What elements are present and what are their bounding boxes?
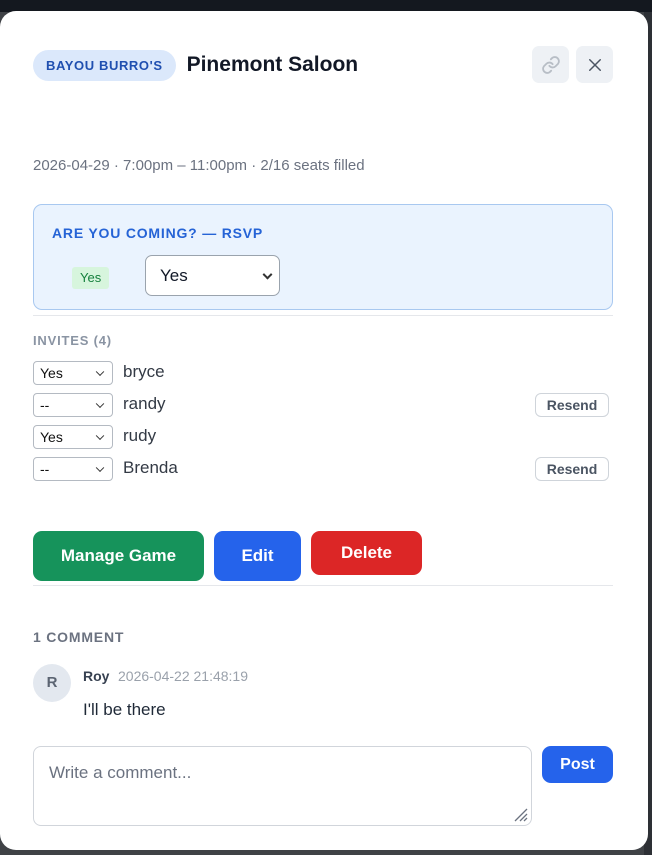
rsvp-title: ARE YOU COMING? — RSVP — [52, 225, 264, 241]
invitee-name: Brenda — [123, 458, 178, 477]
comment-text: I'll be there — [83, 700, 166, 719]
rsvp-status-badge: Yes — [72, 267, 110, 289]
avatar: R — [33, 664, 71, 702]
divider — [33, 315, 613, 316]
post-comment-button[interactable]: Post — [542, 746, 613, 783]
invite-status-value: -- — [40, 397, 50, 413]
delete-button[interactable]: Delete — [311, 531, 422, 575]
chevron-down-icon — [95, 463, 105, 473]
comment-input[interactable]: Write a comment... — [33, 746, 532, 826]
invite-row: -- randy Resend — [33, 393, 609, 417]
chevron-down-icon — [95, 367, 105, 377]
comment-timestamp: 2026-04-22 21:48:19 — [118, 668, 248, 684]
invite-row: Yes bryce — [33, 361, 609, 385]
invitee-name: bryce — [123, 362, 165, 381]
invite-row: -- Brenda Resend — [33, 457, 609, 481]
modal-header: BAYOU BURRO'S Pinemont Saloon — [33, 49, 358, 81]
copy-link-button[interactable] — [532, 46, 569, 83]
edit-button[interactable]: Edit — [214, 531, 301, 581]
resend-button[interactable]: Resend — [535, 457, 609, 481]
chevron-down-icon — [95, 399, 105, 409]
comment-author: Roy — [83, 668, 110, 684]
manage-game-button[interactable]: Manage Game — [33, 531, 204, 581]
org-badge: BAYOU BURRO'S — [33, 49, 176, 81]
invite-status-select[interactable]: Yes — [33, 425, 113, 449]
close-button[interactable] — [576, 46, 613, 83]
comment-input-placeholder: Write a comment... — [49, 763, 192, 782]
chevron-down-icon — [262, 269, 273, 280]
invitee-name: rudy — [123, 426, 157, 445]
chevron-down-icon — [95, 431, 105, 441]
invite-row: Yes rudy — [33, 425, 609, 449]
game-meta: 2026-04-29 · 7:00pm – 11:00pm · 2/16 sea… — [33, 157, 365, 174]
invite-status-value: Yes — [40, 429, 63, 445]
invites-label: INVITES (4) — [33, 333, 112, 348]
resend-button[interactable]: Resend — [535, 393, 609, 417]
page-title: Pinemont Saloon — [186, 53, 359, 76]
invitee-name: randy — [123, 394, 166, 413]
link-icon — [541, 55, 560, 74]
invite-status-select[interactable]: -- — [33, 457, 113, 481]
rsvp-panel: ARE YOU COMING? — RSVP Yes Yes — [33, 204, 613, 310]
resize-grip-icon[interactable] — [512, 806, 528, 822]
divider — [33, 585, 613, 586]
rsvp-select[interactable]: Yes — [145, 255, 280, 296]
rsvp-select-value: Yes — [160, 266, 188, 285]
invite-status-value: -- — [40, 461, 50, 477]
comment-count: 1 COMMENT — [33, 629, 125, 645]
invite-status-select[interactable]: -- — [33, 393, 113, 417]
invite-status-select[interactable]: Yes — [33, 361, 113, 385]
game-detail-modal: BAYOU BURRO'S Pinemont Saloon 2026-04-29… — [0, 11, 648, 850]
invite-status-value: Yes — [40, 365, 63, 381]
close-icon — [588, 58, 601, 71]
